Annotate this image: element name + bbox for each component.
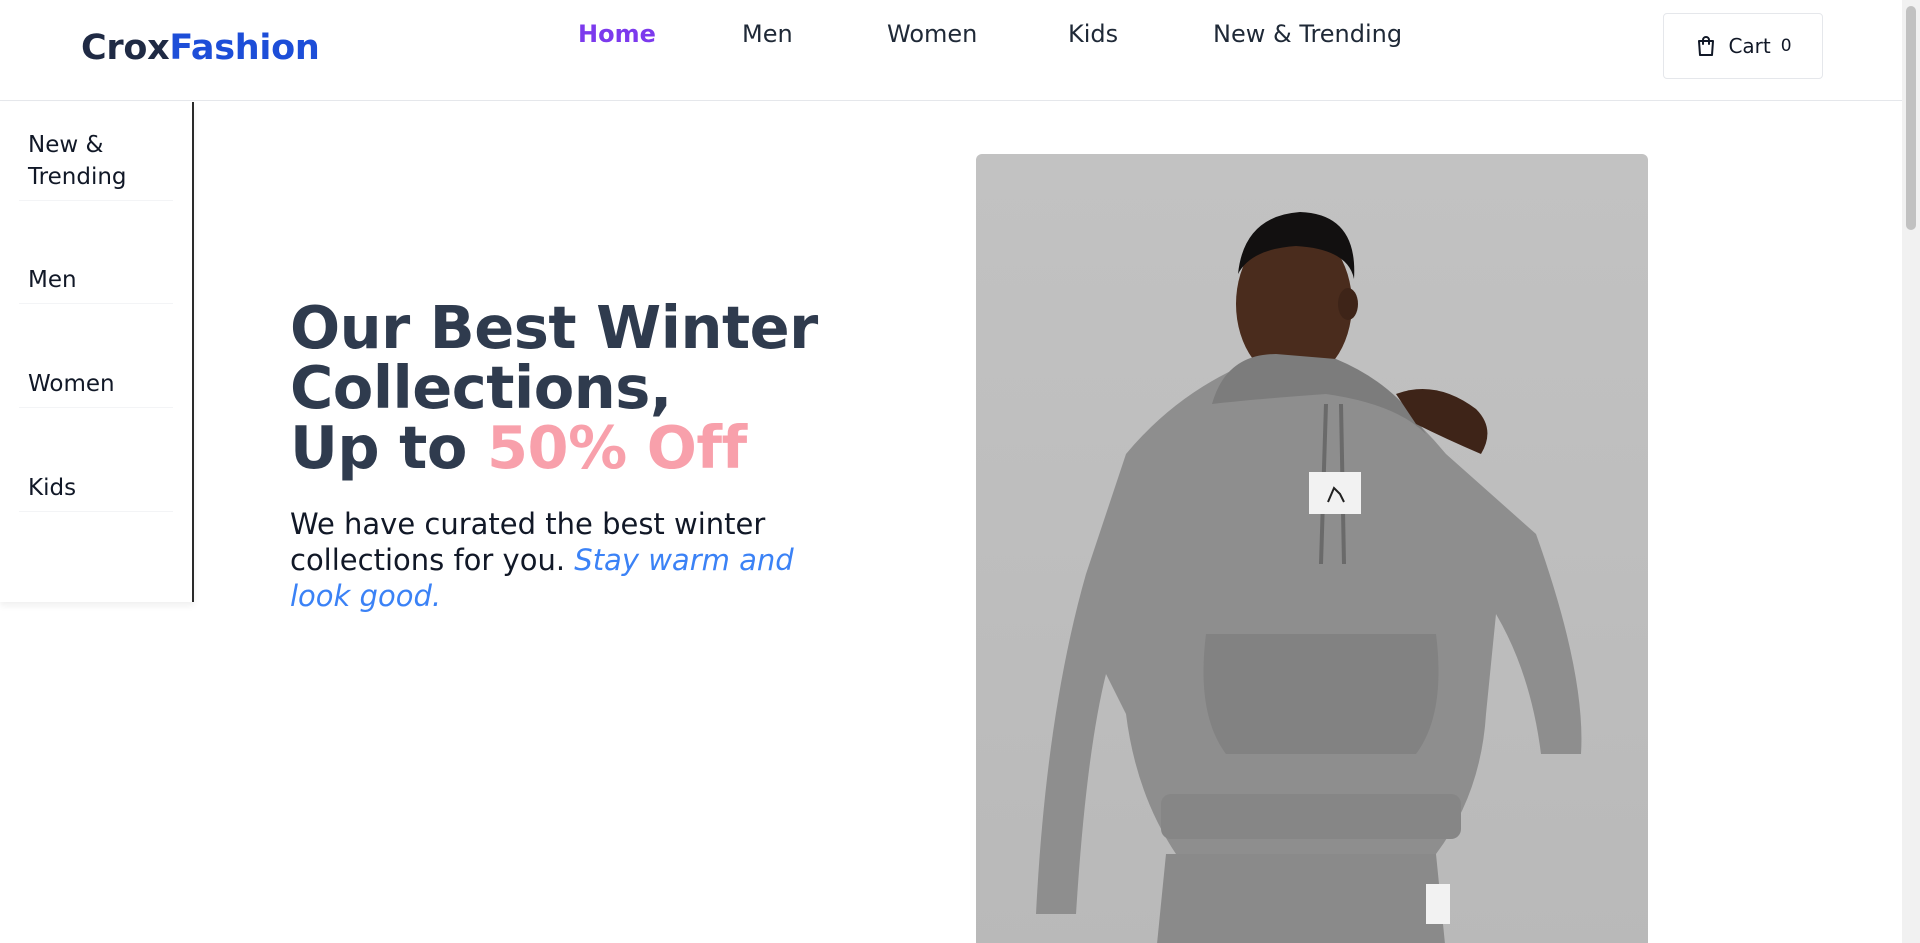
brand-name-part1: Crox [81,28,170,68]
nav-kids[interactable]: Kids [1068,20,1118,48]
brand-logo[interactable]: CroxFashion [81,28,320,68]
hero-title-line1: Our Best Winter [290,293,818,362]
category-sidebar: New & Trending Men Women Kids [0,102,194,602]
site-header: CroxFashion Home Men Women Kids New & Tr… [0,0,1902,101]
sidebar-item-women[interactable]: Women [19,368,173,408]
cart-button[interactable]: Cart 0 [1663,13,1823,79]
nav-women[interactable]: Women [887,20,977,48]
page: CroxFashion Home Men Women Kids New & Tr… [0,0,1920,943]
nav-home[interactable]: Home [578,20,656,48]
sidebar-item-kids[interactable]: Kids [19,472,173,512]
hero-description: We have curated the best winter collecti… [290,506,810,614]
cart-count: 0 [1780,36,1792,56]
hero-title-line2: Collections, [290,353,672,422]
brand-name-part2: Fashion [169,28,320,68]
hero-title-line3: Up to 50% Off [290,418,810,478]
vertical-scrollbar[interactable] [1902,0,1920,943]
discount-highlight: 50% Off [486,413,747,482]
hero-title: Our Best Winter Collections, Up to 50% O… [290,293,818,478]
hero-image [976,154,1648,943]
sidebar-item-new-trending[interactable]: New & Trending [19,129,173,201]
shopping-bag-icon [1694,34,1718,58]
sidebar-item-men[interactable]: Men [19,264,173,304]
scrollbar-thumb[interactable] [1906,6,1916,230]
nav-new-trending[interactable]: New & Trending [1213,20,1402,48]
cart-label: Cart [1728,34,1771,58]
nav-men[interactable]: Men [742,20,793,48]
hero-title-prefix: Up to [290,413,487,482]
model-illustration [1036,212,1582,943]
